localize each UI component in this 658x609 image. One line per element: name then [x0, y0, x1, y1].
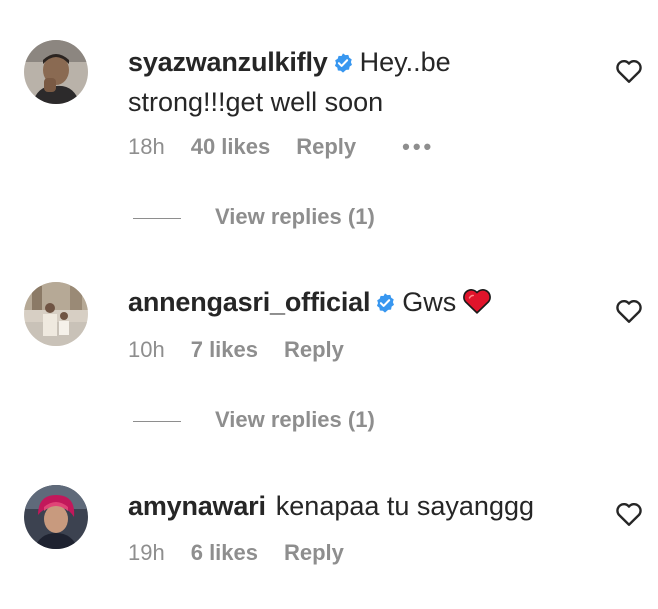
view-replies-button[interactable]: View replies (1) [133, 204, 375, 230]
comment-body: annengasri_official Gws [128, 284, 568, 325]
comment-text: Gws [402, 287, 457, 317]
reply-button[interactable]: Reply [296, 134, 356, 160]
comment-text: kenapaa tu sayanggg [275, 491, 534, 521]
more-options-icon[interactable]: ••• [402, 134, 434, 160]
comment-body: syazwanzulkifly Hey..be strong!!!get well… [128, 44, 568, 121]
view-replies-button[interactable]: View replies (1) [133, 407, 375, 433]
reply-button[interactable]: Reply [284, 540, 344, 566]
comment-time: 18h [128, 134, 165, 159]
divider-line [133, 217, 181, 219]
avatar-image [24, 40, 88, 104]
red-heart-emoji-icon [462, 287, 492, 325]
comment-username[interactable]: syazwanzulkifly [128, 47, 328, 77]
avatar-image [24, 485, 88, 549]
comment-likes[interactable]: 6 likes [191, 540, 258, 566]
comment-username[interactable]: amynawari [128, 491, 266, 521]
comment-body: amynawari kenapaa tu sayanggg [128, 488, 568, 525]
comment-time: 19h [128, 540, 165, 565]
reply-button[interactable]: Reply [284, 337, 344, 363]
like-heart-icon[interactable] [614, 56, 644, 86]
comment-time: 10h [128, 337, 165, 362]
avatar[interactable] [24, 40, 88, 104]
comment-meta: 19h 6 likes Reply [128, 540, 344, 566]
comment-username[interactable]: annengasri_official [128, 287, 370, 317]
verified-badge-icon [332, 47, 354, 84]
view-replies-label: View replies (1) [215, 407, 375, 432]
avatar-image [24, 282, 88, 346]
comment-item: syazwanzulkifly Hey..be strong!!!get well… [0, 0, 658, 229]
comment-likes[interactable]: 7 likes [191, 337, 258, 363]
like-heart-icon[interactable] [614, 499, 644, 529]
view-replies-label: View replies (1) [215, 204, 375, 229]
like-heart-icon[interactable] [614, 296, 644, 326]
avatar[interactable] [24, 282, 88, 346]
comment-meta: 18h 40 likes Reply ••• [128, 134, 434, 160]
avatar[interactable] [24, 485, 88, 549]
comment-likes[interactable]: 40 likes [191, 134, 271, 160]
divider-line [133, 420, 181, 422]
verified-badge-icon [374, 287, 396, 324]
comment-meta: 10h 7 likes Reply [128, 337, 344, 363]
